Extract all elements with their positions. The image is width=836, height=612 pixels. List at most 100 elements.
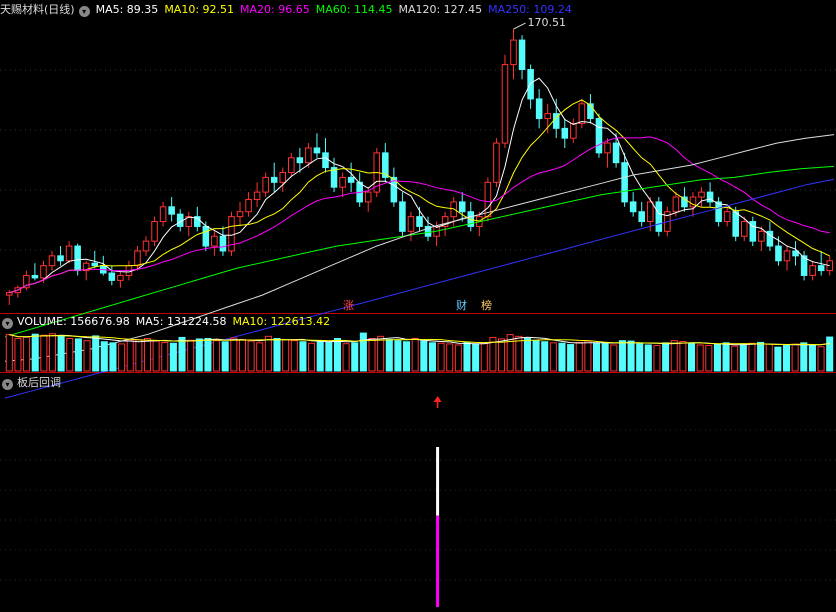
candle-up bbox=[288, 157, 295, 173]
volume-bar-up bbox=[83, 340, 91, 372]
volume-bar-up bbox=[213, 340, 221, 372]
volume-bar-up bbox=[411, 338, 419, 372]
ma-line-5 bbox=[9, 77, 830, 294]
volume-bar-down bbox=[325, 341, 333, 372]
candle-down bbox=[202, 225, 210, 247]
volume-bar-down bbox=[618, 340, 626, 372]
volume-bar-down bbox=[627, 340, 635, 372]
volume-bar-up bbox=[705, 344, 713, 372]
chevron-down-icon[interactable]: ▾ bbox=[2, 318, 13, 329]
candle-down bbox=[74, 245, 81, 272]
volume-bar-down bbox=[221, 341, 229, 372]
candle-up bbox=[723, 211, 731, 223]
volume-bar-up bbox=[368, 338, 376, 372]
volume-bar-up bbox=[498, 338, 506, 372]
candle-down bbox=[31, 274, 39, 279]
volume-bar-down bbox=[100, 341, 108, 372]
stock-chart-app: 170.51 天赐材料(日线) ▾ MA5: 89.35 MA10: 92.51 MA2… bbox=[0, 0, 836, 612]
volume-bar-up bbox=[23, 336, 31, 372]
candle-up bbox=[151, 221, 158, 242]
event-marker[interactable]: 榜 bbox=[481, 300, 492, 312]
volume-bar-down bbox=[428, 342, 436, 372]
candle-down bbox=[458, 201, 466, 213]
volume-bar-down bbox=[74, 338, 82, 372]
volume-bar-down bbox=[722, 342, 730, 372]
candle-up bbox=[758, 230, 765, 242]
volume-bar-up bbox=[817, 346, 825, 372]
volume-bar-down bbox=[351, 342, 359, 372]
volume-bar-up bbox=[670, 340, 678, 372]
ma-legend-item: MA250: 109.24 bbox=[488, 3, 572, 16]
volume-bar-up bbox=[454, 344, 462, 372]
volume-bar-up bbox=[480, 342, 488, 372]
candle-up bbox=[305, 147, 312, 164]
candle-up bbox=[117, 274, 124, 281]
candle-up bbox=[484, 181, 492, 218]
chevron-down-icon[interactable]: ▾ bbox=[2, 379, 13, 390]
candle-down bbox=[416, 216, 423, 227]
volume-bar-down bbox=[567, 344, 575, 372]
candle-up bbox=[5, 292, 13, 296]
volume-bar-down bbox=[472, 343, 480, 372]
candle-up bbox=[604, 142, 611, 154]
candle-down bbox=[775, 245, 782, 262]
candle-up bbox=[493, 142, 500, 183]
candle-down bbox=[621, 162, 628, 203]
volume-bar-up bbox=[377, 335, 385, 372]
candle-down bbox=[629, 201, 637, 213]
ma-legend-item: MA20: 96.65 bbox=[240, 3, 310, 16]
volume-bar-up bbox=[290, 340, 298, 372]
volume-bar-up bbox=[446, 343, 454, 372]
volume-bar-down bbox=[757, 341, 765, 372]
price-panel-header: 天赐材料(日线) ▾ MA5: 89.35 MA10: 92.51 MA20: 96.6… bbox=[0, 2, 578, 18]
volume-bar-down bbox=[800, 342, 808, 372]
volume-bar-up bbox=[791, 343, 799, 372]
candle-down bbox=[347, 176, 355, 183]
volume-ma5-label: MA5: 131224.58 bbox=[135, 315, 227, 328]
volume-bar-down bbox=[532, 340, 540, 372]
volume-bar-up bbox=[118, 343, 126, 372]
stock-title[interactable]: 天赐材料(日线) bbox=[0, 3, 75, 16]
candle-up bbox=[245, 198, 252, 213]
volume-bar-up bbox=[308, 342, 316, 372]
volume-bar-down bbox=[333, 338, 341, 372]
candle-up bbox=[134, 250, 141, 267]
volume-bar-down bbox=[636, 343, 644, 372]
candle-up bbox=[65, 245, 73, 262]
volume-label: VOLUME: 156676.98 bbox=[17, 315, 130, 328]
candle-down bbox=[655, 201, 663, 232]
event-marker[interactable]: 涨 bbox=[343, 300, 354, 312]
indicator-name[interactable]: 板后回调 bbox=[17, 376, 61, 389]
candle-up bbox=[236, 211, 244, 218]
volume-bar-up bbox=[765, 343, 773, 372]
volume-bar-down bbox=[541, 341, 549, 372]
chevron-down-icon[interactable]: ▾ bbox=[78, 6, 90, 17]
volume-bar-down bbox=[601, 343, 609, 372]
volume-bar-down bbox=[92, 335, 100, 372]
candle-down bbox=[715, 201, 722, 223]
chart-canvas[interactable]: 170.51 bbox=[0, 0, 836, 612]
volume-bar-up bbox=[584, 340, 592, 372]
candle-down bbox=[561, 127, 569, 139]
event-marker[interactable]: 财 bbox=[456, 300, 467, 312]
volume-bar-down bbox=[687, 342, 696, 372]
candle-down bbox=[732, 211, 739, 237]
volume-bar-down bbox=[593, 342, 601, 372]
volume-bar-down bbox=[57, 335, 65, 372]
volume-bar-up bbox=[135, 339, 143, 372]
volume-panel-header: ▾ VOLUME: 156676.98 MA5: 131224.58 MA10: 12… bbox=[0, 314, 336, 330]
volume-ma10-label: MA10: 122613.42 bbox=[232, 315, 331, 328]
volume-bar-up bbox=[256, 342, 264, 372]
volume-bar-down bbox=[316, 340, 324, 372]
candle-up bbox=[228, 216, 235, 252]
volume-bar-down bbox=[31, 333, 39, 372]
volume-bar-down bbox=[359, 332, 367, 372]
volume-bar-up bbox=[126, 340, 134, 372]
volume-bar-down bbox=[109, 342, 117, 372]
ma-legend-item: MA120: 127.45 bbox=[398, 3, 483, 16]
volume-bar-up bbox=[342, 343, 350, 372]
volume-bar-up bbox=[161, 341, 169, 372]
volume-bar-down bbox=[644, 344, 652, 372]
candle-down bbox=[270, 176, 278, 183]
volume-bar-down bbox=[774, 346, 782, 372]
